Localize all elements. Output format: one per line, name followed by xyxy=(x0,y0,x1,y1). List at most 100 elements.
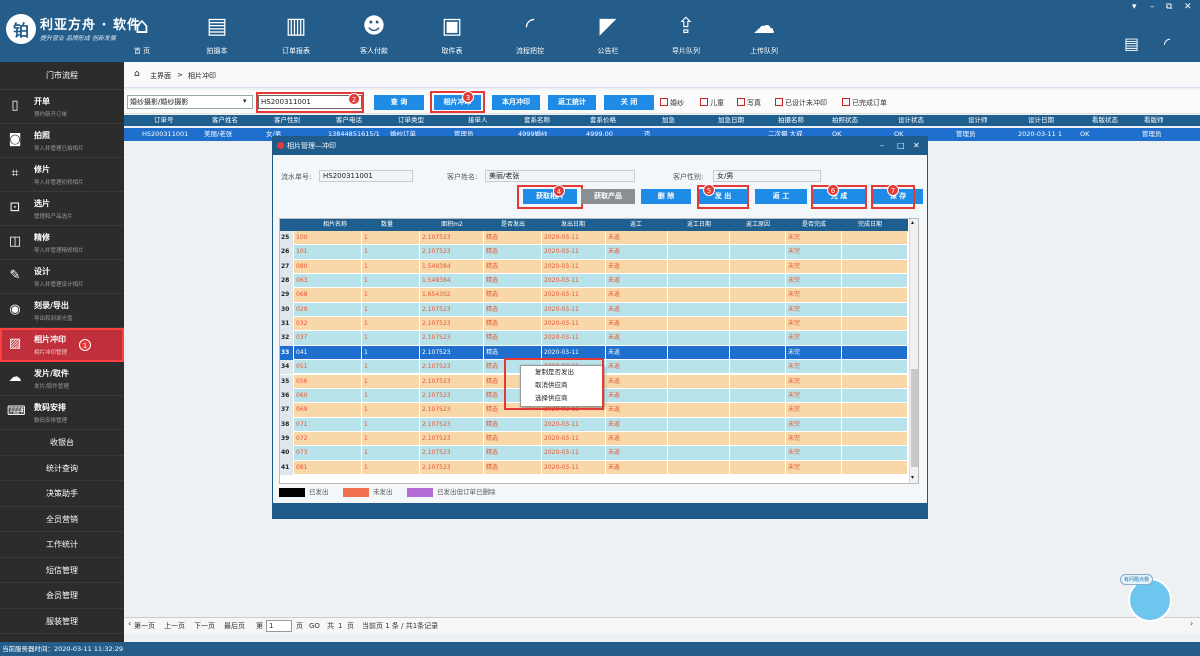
nav-home[interactable]: ⌂ 首 页 xyxy=(112,12,172,56)
sidebar-item-decision[interactable]: 决策助手 xyxy=(0,481,124,507)
photo-cell: 073 xyxy=(294,446,362,461)
photo-row[interactable]: 40 073 1 2.107523 精选 2020-03-11 未返 未完 xyxy=(280,446,908,461)
photo-row[interactable]: 31 032 1 2.107523 精选 2020-03-11 未返 未完 xyxy=(280,317,908,332)
breadcrumb-home[interactable]: 主界面 xyxy=(150,71,171,81)
photo-row[interactable]: 26 101 1 2.107523 精选 2020-03-11 未返 未完 xyxy=(280,245,908,260)
query-button[interactable]: 查 询 xyxy=(374,95,424,110)
dialog-title-bar[interactable]: 相片管理—冲印 – □ ✕ xyxy=(273,137,927,155)
photo-cell: 069 xyxy=(294,403,362,418)
scroll-left-icon[interactable]: ‹ xyxy=(128,616,131,632)
sidebar-item-select[interactable]: ⊡ 选片 管理和产品选片 xyxy=(0,192,124,226)
checkbox-portrait[interactable]: 写真 xyxy=(737,98,761,108)
nav-pickup-sheet[interactable]: ▣ 取件表 xyxy=(422,12,482,56)
checkbox-completed-orders[interactable]: 已完成订单 xyxy=(842,98,887,108)
photo-row[interactable]: 38 071 1 2.107523 精选 2020-03-11 未返 未完 xyxy=(280,417,908,432)
close-button[interactable]: 关 闭 xyxy=(604,95,654,110)
rework-button[interactable]: 返 工 xyxy=(755,189,807,204)
nav-process-control[interactable]: ◜ 流程把控 xyxy=(500,12,560,56)
close-icon[interactable]: ✕ xyxy=(1184,2,1192,12)
photo-cell: 2020-03-11 xyxy=(542,331,606,346)
photo-cell: 未完 xyxy=(786,446,842,461)
pager-prev[interactable]: 上一页 xyxy=(164,618,185,634)
photo-cell: 未返 xyxy=(606,374,668,389)
photo-cell: 1 xyxy=(362,331,420,346)
nav-customer-payment[interactable]: ☻ 客人付款 xyxy=(344,12,404,56)
sidebar-item-costumes[interactable]: 服装管理 xyxy=(0,609,124,634)
sidebar-item-members[interactable]: 会员管理 xyxy=(0,583,124,609)
pager-next[interactable]: 下一页 xyxy=(194,618,215,634)
photo-cell xyxy=(842,245,908,260)
photo-row[interactable]: 28 063 1 1.549384 精选 2020-03-11 未返 未完 xyxy=(280,274,908,289)
sidebar-item-burn-export[interactable]: ◉ 刻录/导出 导出和刻录光盘 xyxy=(0,294,124,328)
photo-cell xyxy=(668,259,730,275)
nav-bulletin[interactable]: ◤ 公告栏 xyxy=(578,12,638,56)
sidebar-item-sms[interactable]: 短信管理 xyxy=(0,558,124,583)
scrollbar-thumb[interactable] xyxy=(911,369,918,467)
sidebar-item-stats-query[interactable]: 统计查询 xyxy=(0,456,124,481)
photo-row[interactable]: 27 080 1 1.549384 精选 2020-03-11 未返 未完 xyxy=(280,259,908,275)
minimize-icon[interactable]: – xyxy=(1150,2,1155,12)
photo-cell: 071 xyxy=(294,417,362,432)
sidebar-item-photo-print[interactable]: ▨ 相片冲印 相片冲印管理 1 xyxy=(0,328,124,362)
sidebar-item-cashier[interactable]: 收银台 xyxy=(0,430,124,456)
minimize-icon[interactable]: – xyxy=(880,137,884,155)
photo-row[interactable]: 39 072 1 2.107523 精选 2020-03-11 未返 未完 xyxy=(280,431,908,447)
photo-cell xyxy=(842,345,908,361)
dialog-footer xyxy=(273,503,927,518)
sidebar-item-work-stats[interactable]: 工作统计 xyxy=(0,532,124,558)
photo-cell: 1 xyxy=(362,345,420,361)
checkbox-children[interactable]: 儿童 xyxy=(700,98,724,108)
restore-icon[interactable]: ⧉ xyxy=(1166,2,1172,12)
checkbox-designed-unprinted[interactable]: 已设计未冲印 xyxy=(775,98,827,108)
sidebar-item-delivery[interactable]: ☁ 发片/取件 发片/取件管理 xyxy=(0,362,124,396)
photo-cell: 056 xyxy=(294,374,362,389)
signal-icon[interactable]: ◜ xyxy=(1164,34,1170,53)
photo-cell: 未返 xyxy=(606,274,668,289)
photo-cell: 060 xyxy=(294,388,362,404)
step-badge-7: 7 xyxy=(887,184,899,196)
photo-row[interactable]: 32 037 1 2.107523 精选 2020-03-11 未返 未完 xyxy=(280,331,908,346)
photo-row[interactable]: 25 100 1 2.107523 精选 2020-03-11 未返 未完 xyxy=(280,231,908,246)
sidebar-item-fine-retouch[interactable]: ◫ 精修 导入并管理精修相片 xyxy=(0,226,124,260)
month-print-button[interactable]: 本月冲印 xyxy=(492,95,540,110)
mascot-help-label[interactable]: 有问题点我 xyxy=(1120,574,1154,585)
nav-photo-book[interactable]: ▤ 拍摄本 xyxy=(187,12,247,56)
nav-order-report[interactable]: ▥ 订单报表 xyxy=(266,12,326,56)
photo-cell: 未完 xyxy=(786,245,842,260)
nav-import-queue[interactable]: ⇪ 导片队列 xyxy=(656,12,716,56)
scroll-down-icon[interactable]: ▾ xyxy=(911,474,914,481)
page-number-input[interactable]: 1 xyxy=(266,620,292,632)
photo-row[interactable]: 30 029 1 2.107523 精选 2020-03-11 未返 未完 xyxy=(280,302,908,318)
dropdown-icon[interactable]: ▾ xyxy=(1132,2,1137,12)
delete-button[interactable]: 删 除 xyxy=(641,189,691,204)
checkbox-wedding[interactable]: 婚纱 xyxy=(660,98,684,108)
pager-last[interactable]: 最后页 xyxy=(224,618,245,634)
serial-field[interactable]: HS200311001 xyxy=(319,170,413,182)
rework-stats-button[interactable]: 返工统计 xyxy=(548,95,596,110)
scroll-right-icon[interactable]: › xyxy=(1190,616,1193,632)
category-select[interactable]: 婚纱摄影/婚纱摄影 xyxy=(127,95,253,109)
photo-row[interactable]: 41 081 1 2.107523 精选 2020-03-11 未返 未完 xyxy=(280,460,908,475)
maximize-icon[interactable]: □ xyxy=(897,137,905,155)
sidebar-item-retouch[interactable]: ⌗ 修片 导入并管理初修相片 xyxy=(0,158,124,192)
sidebar-item-digital[interactable]: ⌨ 数码安排 数码安排管理 xyxy=(0,396,124,430)
get-products-button[interactable]: 获取产品 xyxy=(581,189,635,204)
home-icon[interactable]: ⌂ xyxy=(134,69,140,79)
photo-cell xyxy=(668,417,730,432)
pager-go-button[interactable]: GO xyxy=(309,618,320,634)
grid-scrollbar[interactable]: ▴ ▾ xyxy=(909,219,918,483)
photo-cell: 1 xyxy=(362,302,420,318)
customer-name-field[interactable]: 美丽/老张 xyxy=(485,170,635,182)
sidebar-item-marketing[interactable]: 全员营销 xyxy=(0,507,124,532)
sidebar-item-shoot[interactable]: ◙ 拍照 导入并管理已拍相片 xyxy=(0,124,124,158)
sidebar-item-design[interactable]: ✎ 设计 导入并管理设计相片 xyxy=(0,260,124,294)
customer-gender-field[interactable]: 女/男 xyxy=(713,170,821,182)
sidebar-item-open-order[interactable]: ▯ 开单 预约新开订单 xyxy=(0,90,124,124)
scroll-up-icon[interactable]: ▴ xyxy=(911,219,914,226)
book-icon[interactable]: ▤ xyxy=(1124,34,1139,53)
pager-first[interactable]: 第一页 xyxy=(134,618,155,634)
close-icon[interactable]: ✕ xyxy=(913,137,920,155)
brush-icon: ✎ xyxy=(9,268,21,283)
photo-row[interactable]: 29 068 1 1.654302 精选 2020-03-11 未返 未完 xyxy=(280,288,908,303)
nav-upload-queue[interactable]: ☁ 上传队列 xyxy=(734,12,794,56)
